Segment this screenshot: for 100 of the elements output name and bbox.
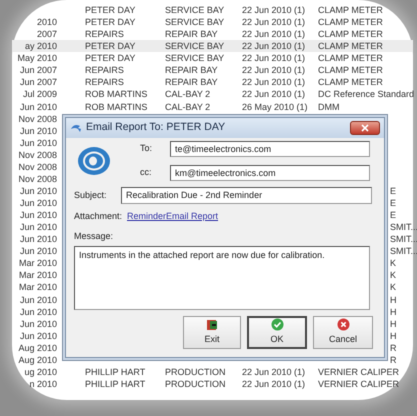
table-cell-text: REPAIR BAY [165, 76, 219, 88]
table-cell-text: 22 Jun 2010 (1) [242, 28, 306, 40]
table-cell-text: REPAIR BAY [165, 28, 219, 40]
table-cell-text: 22 Jun 2010 (1) [242, 366, 306, 378]
table-cell-text: 22 Jun 2010 (1) [242, 64, 306, 76]
table-row[interactable]: 2010 PETER DAY SERVICE BAY 22 Jun 2010 (1) CLAMP METER [12, 16, 413, 28]
table-cell: Jun 2010 [20, 102, 57, 112]
table-cell: Mar 2010 [18, 270, 57, 280]
table-cell: 2010 [36, 17, 57, 28]
table-cell: May 2010 [17, 53, 57, 64]
table-cell: ay 2010 [24, 41, 57, 52]
ok-button[interactable]: OK [247, 316, 307, 349]
table-cell-text: CLAMP METER [318, 64, 384, 76]
table-cell-text: VERNIER CALIPER [318, 378, 400, 390]
table-cell-text: SERVICE BAY [165, 16, 226, 28]
table-row[interactable]: Jun 2010 ROB MARTINS CAL-BAY 2 26 May 2010 (1) DMM [12, 100, 413, 113]
close-icon [361, 124, 369, 132]
table-cell-text: CLAMP METER [318, 52, 384, 64]
table-cell: Mar 2010 [18, 258, 57, 268]
table-cell-text: CLAMP METER [318, 28, 384, 40]
table-cell: Jun 2010 [20, 306, 57, 317]
table-cell: H [390, 318, 396, 329]
table-row[interactable]: PETER DAY SERVICE BAY 22 Jun 2010 (1) CLAMP METER [12, 4, 413, 16]
exit-door-icon [206, 318, 218, 331]
table-cell-text: 26 May 2010 (1) [242, 100, 309, 113]
table-cell: Jul 2009 [22, 89, 57, 100]
table-cell-text: SERVICE BAY [165, 52, 226, 64]
table-cell-text: REPAIRS [85, 28, 125, 40]
table-row[interactable]: Aug 2010 R [12, 354, 413, 366]
table-cell-text: PETER DAY [85, 4, 136, 16]
exit-button[interactable]: Exit [183, 316, 241, 349]
table-cell-text: PETER DAY [85, 40, 136, 52]
table-cell: ug 2010 [24, 366, 57, 377]
table-cell: Aug 2010 [18, 354, 57, 365]
table-cell: K [390, 282, 396, 292]
table-cell: 2007 [36, 29, 57, 40]
table-row[interactable]: Jun 2007 REPAIRS REPAIR BAY 22 Jun 2010 (1) CLAMP METER [12, 64, 413, 76]
table-cell: Jun 2010 [20, 222, 57, 232]
table-cell: K [390, 258, 396, 268]
table-cell-text: CLAMP METER [318, 40, 384, 52]
table-cell-text: 22 Jun 2010 (1) [242, 76, 306, 88]
table-row[interactable]: Jul 2009 ROB MARTINS CAL-BAY 2 22 Jun 2010 (1) DC Reference Standard [12, 88, 413, 100]
table-cell-text: 22 Jun 2010 (1) [242, 52, 306, 64]
table-cell-text: 22 Jun 2010 (1) [242, 4, 306, 16]
table-cell: H [390, 294, 396, 304]
subject-field[interactable]: Recalibration Due - 2nd Reminder [121, 187, 372, 204]
message-field[interactable]: Instruments in the attached report are now due for calibration. [74, 246, 370, 310]
input-field[interactable]: km@timeelectronics.com [170, 165, 370, 181]
table-cell: K [390, 270, 396, 280]
table-cell: Mar 2010 [18, 282, 57, 292]
table-cell-text: 22 Jun 2010 (1) [242, 16, 306, 28]
table-cell-text: REPAIRS [85, 76, 125, 88]
table-cell-text: ROB MARTINS [85, 100, 148, 113]
table-cell-text: REPAIRS [85, 64, 125, 76]
attachment-link[interactable]: ReminderEmail Report [127, 210, 218, 224]
table-cell-text: CAL-BAY 2 [165, 100, 212, 113]
table-cell: H [390, 306, 396, 317]
table-cell-text: 22 Jun 2010 (1) [242, 88, 306, 100]
table-cell-text: CLAMP METER [318, 4, 384, 16]
input-field[interactable]: te@timeelectronics.com [170, 141, 370, 157]
cancel-button[interactable]: Cancel [313, 316, 373, 349]
field-label: Subject: [74, 188, 108, 202]
table-cell: R [390, 354, 396, 365]
table-cell: DC Reference Standard [318, 88, 414, 100]
table-row[interactable]: May 2010 PETER DAY SERVICE BAY 22 Jun 2010 (1) CLAMP METER [12, 52, 413, 64]
field-label: Attachment: [74, 210, 124, 223]
table-cell-text: 22 Jun 2010 (1) [242, 40, 306, 52]
table-cell-text: PETER DAY [85, 52, 136, 64]
table-cell: Jun 2010 [20, 198, 57, 208]
close-button[interactable] [350, 121, 380, 135]
table-cell: R [390, 342, 396, 353]
field-label: Message: [74, 230, 114, 240]
cancel-icon [336, 318, 350, 332]
table-cell-text: ROB MARTINS [85, 88, 148, 100]
table-row[interactable]: ay 2010 PETER DAY SERVICE BAY 22 Jun 2010 (1) CLAMP METER [12, 40, 413, 52]
table-row[interactable]: ug 2010 PHILLIP HART PRODUCTION 22 Jun 2010 (1) VERNIER CALIPER [12, 366, 413, 378]
table-cell-text: DMM [318, 100, 340, 113]
table-cell: Nov 2008 [18, 114, 57, 124]
table-cell-text: SERVICE BAY [165, 40, 226, 52]
table-cell-text: REPAIR BAY [165, 64, 219, 76]
table-cell-text: CLAMP METER [318, 16, 384, 28]
table-cell-text: SERVICE BAY [165, 4, 226, 16]
table-cell-text: PRODUCTION [165, 366, 226, 378]
table-cell: Jun 2007 [20, 65, 57, 76]
table-cell: Jun 2010 [20, 318, 57, 329]
table-row[interactable]: 2007 REPAIRS REPAIR BAY 22 Jun 2010 (1) CLAMP METER [12, 28, 413, 40]
table-row[interactable]: n 2010 PHILLIP HART PRODUCTION 22 Jun 2010 (1) VERNIER CALIPER [12, 378, 413, 390]
table-cell-text: CLAMP METER [318, 76, 384, 88]
table-row[interactable]: Jun 2007 REPAIRS REPAIR BAY 22 Jun 2010 (1) CLAMP METER [12, 76, 413, 88]
table-cell-text: PRODUCTION [165, 378, 226, 390]
table-cell-text: PETER DAY [85, 16, 136, 28]
window-title: Email Report To: PETER DAY [86, 120, 226, 136]
check-icon [270, 318, 284, 332]
field-label: cc: [140, 166, 153, 180]
table-cell-text: PHILLIP HART [85, 366, 146, 378]
table-cell: Jun 2007 [20, 77, 57, 88]
table-cell-text: VERNIER CALIPER [318, 366, 400, 378]
table-cell: E [390, 198, 396, 208]
table-cell: n 2010 [29, 378, 57, 389]
table-cell-text: CAL-BAY 2 [165, 88, 212, 100]
